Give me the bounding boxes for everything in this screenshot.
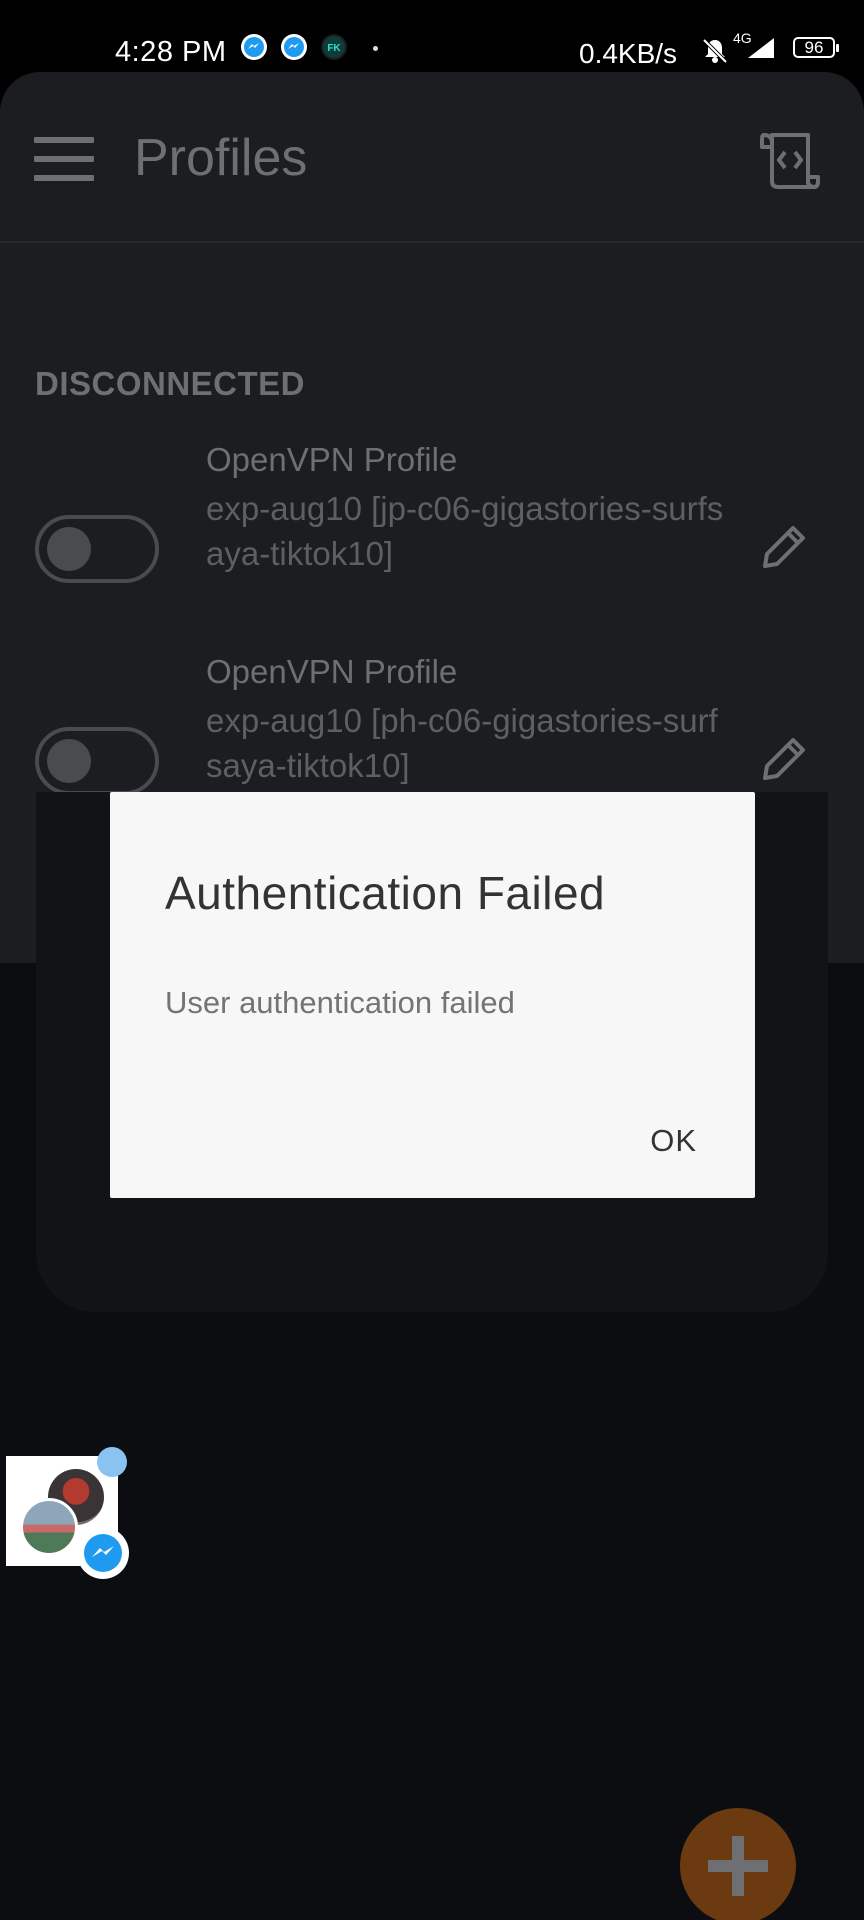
signal-strength-icon <box>746 36 776 65</box>
muted-bell-icon <box>700 36 730 71</box>
add-profile-button[interactable] <box>680 1808 796 1920</box>
chat-unread-dot <box>97 1447 127 1477</box>
dialog-message: User authentication failed <box>165 985 515 1020</box>
profile-detail: exp-aug10 [jp-c06-gigastories-surfsaya-t… <box>206 490 724 572</box>
battery-indicator: 96 <box>793 37 839 58</box>
messenger-notification-icon <box>241 34 267 60</box>
hamburger-menu-icon[interactable] <box>34 137 94 181</box>
toggle-knob <box>47 739 91 783</box>
messenger-notification-icon <box>281 34 307 60</box>
profile-toggle[interactable] <box>35 515 159 583</box>
profile-detail: exp-aug10 [ph-c06-gigastories-surfsaya-t… <box>206 702 718 784</box>
page-title: Profiles <box>134 129 308 187</box>
avatar <box>20 1498 78 1556</box>
section-header-disconnected: DISCONNECTED <box>35 365 306 402</box>
profile-item[interactable]: OpenVPN Profile exp-aug10 [jp-c06-gigast… <box>0 438 864 618</box>
edit-pencil-icon[interactable] <box>755 732 811 788</box>
messenger-icon <box>77 1527 129 1579</box>
toolbar: Profiles <box>0 72 864 243</box>
fk-app-notification-icon: FK <box>321 34 347 60</box>
import-profile-icon[interactable] <box>758 129 820 191</box>
auth-failed-dialog: Authentication Failed User authenticatio… <box>110 792 755 1198</box>
ok-button[interactable]: OK <box>650 1123 697 1159</box>
status-bar: 4:28 PM FK 0.4KB/s 4G 96 <box>0 0 864 72</box>
edit-pencil-icon[interactable] <box>755 520 811 576</box>
profile-toggle[interactable] <box>35 727 159 795</box>
screen: 4:28 PM FK 0.4KB/s 4G 96 Profiles DISCON… <box>0 0 864 1920</box>
dialog-title: Authentication Failed <box>165 867 606 919</box>
status-time: 4:28 PM <box>115 36 227 68</box>
more-notifications-dot <box>373 46 378 51</box>
profile-name: OpenVPN Profile <box>206 441 458 478</box>
network-speed: 0.4KB/s <box>579 38 678 69</box>
profile-name: OpenVPN Profile <box>206 653 458 690</box>
toggle-knob <box>47 527 91 571</box>
